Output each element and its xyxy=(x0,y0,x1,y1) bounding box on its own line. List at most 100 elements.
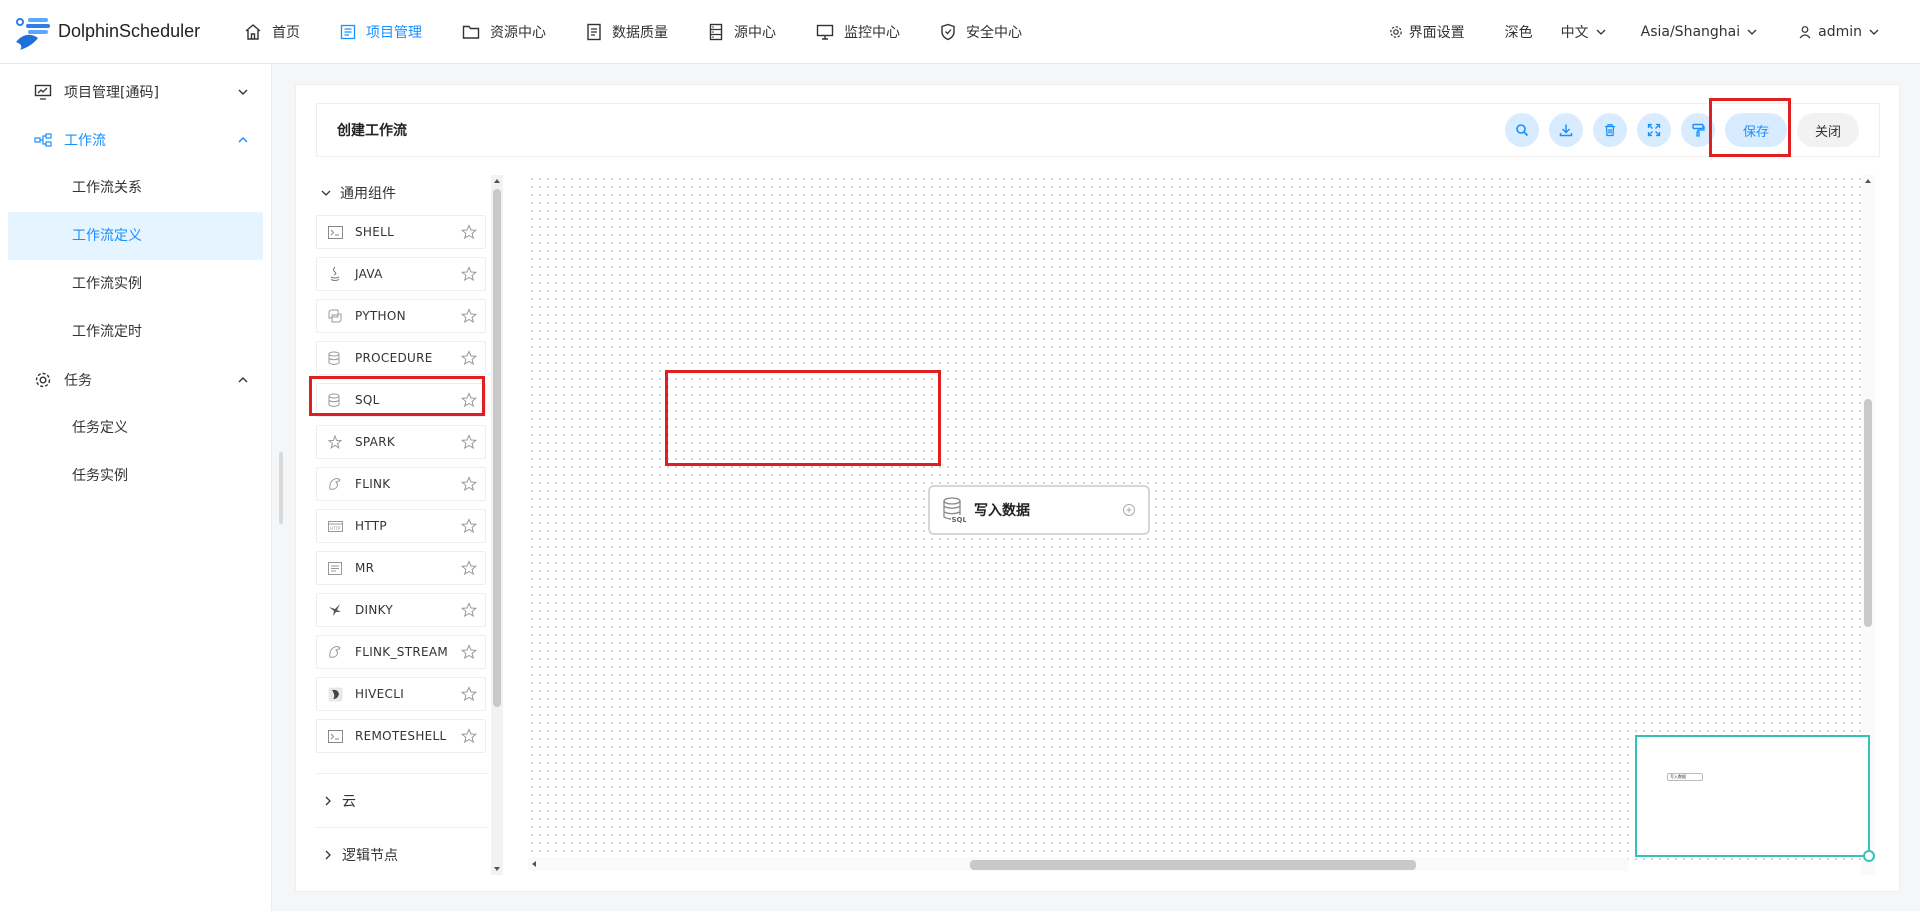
star-icon[interactable] xyxy=(460,434,478,450)
database-sql-icon: SQL xyxy=(943,497,966,524)
component-shell[interactable]: SHELL xyxy=(316,215,486,249)
star-icon[interactable] xyxy=(460,686,478,702)
canvas-horizontal-scrollbar[interactable] xyxy=(528,857,1628,871)
star-icon[interactable] xyxy=(460,602,478,618)
search-button[interactable] xyxy=(1505,113,1539,147)
component-http[interactable]: HTTP HTTP xyxy=(316,509,486,543)
panel-scroll-thumb[interactable] xyxy=(493,189,501,707)
trash-icon xyxy=(1605,124,1615,137)
user-icon xyxy=(1799,25,1811,38)
star-icon[interactable] xyxy=(460,224,478,240)
dinky-bird-icon xyxy=(327,602,343,618)
nav-project[interactable]: 项目管理 xyxy=(320,0,442,64)
star-icon[interactable] xyxy=(460,644,478,660)
scroll-down-arrow[interactable] xyxy=(494,867,500,871)
spark-icon xyxy=(327,434,343,450)
scroll-up-arrow[interactable] xyxy=(1865,179,1871,183)
component-flink-stream[interactable]: FLINK_STREAM xyxy=(316,635,486,669)
nav-security[interactable]: 安全中心 xyxy=(920,0,1042,64)
chevron-down-icon xyxy=(321,190,331,196)
component-python[interactable]: PYTHON xyxy=(316,299,486,333)
app-name: DolphinScheduler xyxy=(58,21,201,41)
task-node-label: 写入数据 xyxy=(974,503,1030,519)
close-button[interactable]: 关闭 xyxy=(1797,113,1859,147)
timezone-select[interactable]: Asia/Shanghai xyxy=(1627,24,1779,40)
star-icon[interactable] xyxy=(460,350,478,366)
datasource-icon xyxy=(709,23,723,40)
star-icon[interactable] xyxy=(460,476,478,492)
format-button[interactable] xyxy=(1681,113,1715,147)
component-procedure[interactable]: PROCEDURE xyxy=(316,341,486,375)
svg-text:HTTP: HTTP xyxy=(330,526,341,531)
delete-button[interactable] xyxy=(1593,113,1627,147)
top-header: DolphinScheduler 首页 项目管理 资源中心 数据质量 源中心 监… xyxy=(0,0,1920,64)
http-icon: HTTP xyxy=(327,518,343,534)
star-icon[interactable] xyxy=(460,266,478,282)
star-icon[interactable] xyxy=(460,308,478,324)
canvas-vscroll-thumb[interactable] xyxy=(1864,399,1872,627)
task-node[interactable]: SQL 写入数据 xyxy=(928,485,1150,535)
page-title: 创建工作流 xyxy=(337,123,407,139)
minimap-resize-handle[interactable] xyxy=(1863,850,1875,862)
sidebar-scrollbar[interactable] xyxy=(279,452,283,524)
chevron-right-icon xyxy=(325,796,331,805)
mapreduce-icon xyxy=(327,560,343,576)
logo[interactable]: DolphinScheduler xyxy=(0,12,220,52)
sidebar-group-task[interactable]: 任务 xyxy=(0,356,271,404)
database-icon xyxy=(327,350,343,366)
chevron-down-icon xyxy=(238,89,248,95)
group-cloud[interactable]: 云 xyxy=(316,773,488,827)
scroll-up-arrow[interactable] xyxy=(494,179,500,183)
add-circle-icon[interactable] xyxy=(1122,503,1136,517)
canvas-hscroll-thumb[interactable] xyxy=(970,860,1416,870)
star-icon[interactable] xyxy=(460,518,478,534)
sidebar-item-workflow-instance[interactable]: 工作流实例 xyxy=(8,260,263,308)
minimap-node: 写入数据 xyxy=(1667,773,1703,781)
data-quality-icon xyxy=(587,23,601,40)
sidebar-item-workflow-definition[interactable]: 工作流定义 xyxy=(8,212,263,260)
save-button[interactable]: 保存 xyxy=(1725,113,1787,147)
sidebar: 项目管理[通码] 工作流 工作流关系 工作流定义 工作流实例 工作流定时 任务 … xyxy=(0,64,283,911)
star-icon[interactable] xyxy=(460,392,478,408)
nav-resource[interactable]: 资源中心 xyxy=(442,0,566,64)
group-logic-nodes[interactable]: 逻辑节点 xyxy=(316,827,488,881)
terminal-icon xyxy=(327,224,343,240)
language-select[interactable]: 中文 xyxy=(1547,22,1627,42)
sidebar-item-task-definition[interactable]: 任务定义 xyxy=(8,404,263,452)
star-icon[interactable] xyxy=(460,560,478,576)
component-spark[interactable]: SPARK xyxy=(316,425,486,459)
sidebar-item-task-instance[interactable]: 任务实例 xyxy=(8,452,263,500)
minimap[interactable]: 写入数据 xyxy=(1635,735,1875,862)
fullscreen-button[interactable] xyxy=(1637,113,1671,147)
panel-scrollbar[interactable] xyxy=(491,175,503,875)
ui-settings-button[interactable]: 界面设置 xyxy=(1369,22,1479,42)
user-menu[interactable]: admin xyxy=(1778,24,1900,40)
component-mr[interactable]: MR xyxy=(316,551,486,585)
nav-datasource[interactable]: 源中心 xyxy=(688,0,796,64)
component-remoteshell[interactable]: REMOTESHELL xyxy=(316,719,486,753)
sidebar-group-project[interactable]: 项目管理[通码] xyxy=(0,68,271,116)
group-general-components[interactable]: 通用组件 xyxy=(316,175,488,211)
component-java[interactable]: JAVA xyxy=(316,257,486,291)
component-flink[interactable]: FLINK xyxy=(316,467,486,501)
component-dinky[interactable]: DINKY xyxy=(316,593,486,627)
component-sql[interactable]: SQL xyxy=(316,383,486,417)
nav-monitor[interactable]: 监控中心 xyxy=(796,0,920,64)
scroll-left-arrow[interactable] xyxy=(532,861,536,867)
project-icon xyxy=(340,24,356,39)
chevron-up-icon xyxy=(238,377,248,383)
sidebar-group-workflow[interactable]: 工作流 xyxy=(0,116,271,164)
star-icon[interactable] xyxy=(460,728,478,744)
component-hivecli[interactable]: HIVECLI xyxy=(316,677,486,711)
nav-home[interactable]: 首页 xyxy=(224,0,320,64)
workflow-editor: 创建工作流 保存 关闭 通用组件 SHELL JAVA PYTHON PROCE… xyxy=(295,84,1900,892)
download-button[interactable] xyxy=(1549,113,1583,147)
monitor-icon xyxy=(816,24,834,40)
sidebar-item-workflow-timing[interactable]: 工作流定时 xyxy=(8,308,263,356)
nav-data-quality[interactable]: 数据质量 xyxy=(566,0,688,64)
chevron-up-icon xyxy=(238,137,248,143)
sidebar-item-workflow-relation[interactable]: 工作流关系 xyxy=(8,164,263,212)
python-icon xyxy=(327,308,343,324)
theme-toggle[interactable]: 深色 xyxy=(1479,22,1547,42)
gear-icon xyxy=(1389,25,1402,38)
